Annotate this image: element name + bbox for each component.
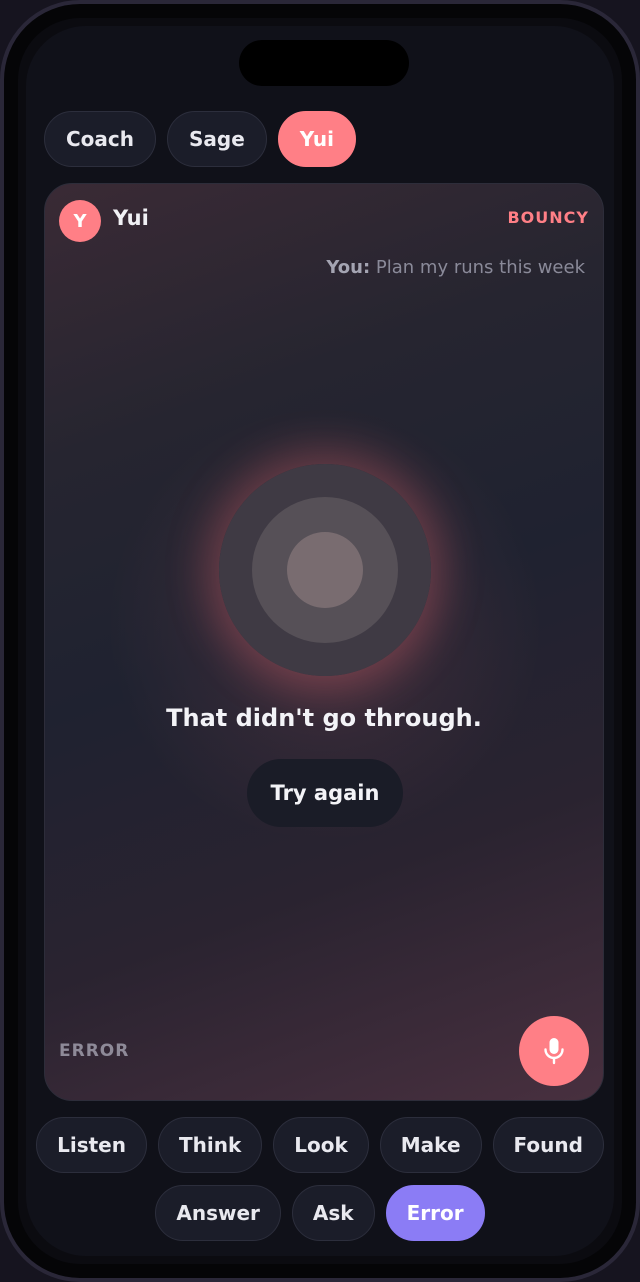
transcript-text: Plan my runs this week <box>375 257 585 278</box>
state-button-listen[interactable]: Listen <box>36 1117 147 1173</box>
try-again-button[interactable]: Try again <box>247 759 403 827</box>
state-button-make[interactable]: Make <box>379 1117 482 1173</box>
phone-frame: Coach Sage Yui Y Yui BOUNCY You: Plan my… <box>0 0 640 1282</box>
app-screen: Coach Sage Yui Y Yui BOUNCY You: Plan my… <box>26 26 614 1256</box>
voice-orb-core <box>287 532 363 608</box>
user-transcript: You: Plan my runs this week <box>326 257 585 278</box>
persona-tab-coach[interactable]: Coach <box>44 111 157 167</box>
state-buttons-row-1: Listen Think Look Make Found <box>26 1117 614 1173</box>
avatar: Y <box>59 200 101 242</box>
state-label: ERROR <box>59 1041 130 1061</box>
mic-button[interactable] <box>519 1016 589 1086</box>
state-button-think[interactable]: Think <box>157 1117 263 1173</box>
state-button-ask[interactable]: Ask <box>291 1185 375 1241</box>
persona-selector: Coach Sage Yui <box>44 111 356 167</box>
state-buttons-row-2: Answer Ask Error <box>26 1185 614 1241</box>
state-button-found[interactable]: Found <box>492 1117 604 1173</box>
transcript-speaker: You: <box>326 257 371 278</box>
persona-tab-yui[interactable]: Yui <box>277 111 356 167</box>
voice-card: Y Yui BOUNCY You: Plan my runs this week… <box>44 183 604 1101</box>
persona-name: Yui <box>113 206 149 230</box>
state-button-error[interactable]: Error <box>385 1185 485 1241</box>
mic-icon <box>544 1038 564 1065</box>
persona-tab-sage[interactable]: Sage <box>167 111 267 167</box>
camera-notch <box>239 40 409 86</box>
mood-badge: BOUNCY <box>507 208 589 227</box>
state-button-answer[interactable]: Answer <box>155 1185 281 1241</box>
state-button-look[interactable]: Look <box>273 1117 369 1173</box>
status-message: That didn't go through. <box>166 704 482 732</box>
